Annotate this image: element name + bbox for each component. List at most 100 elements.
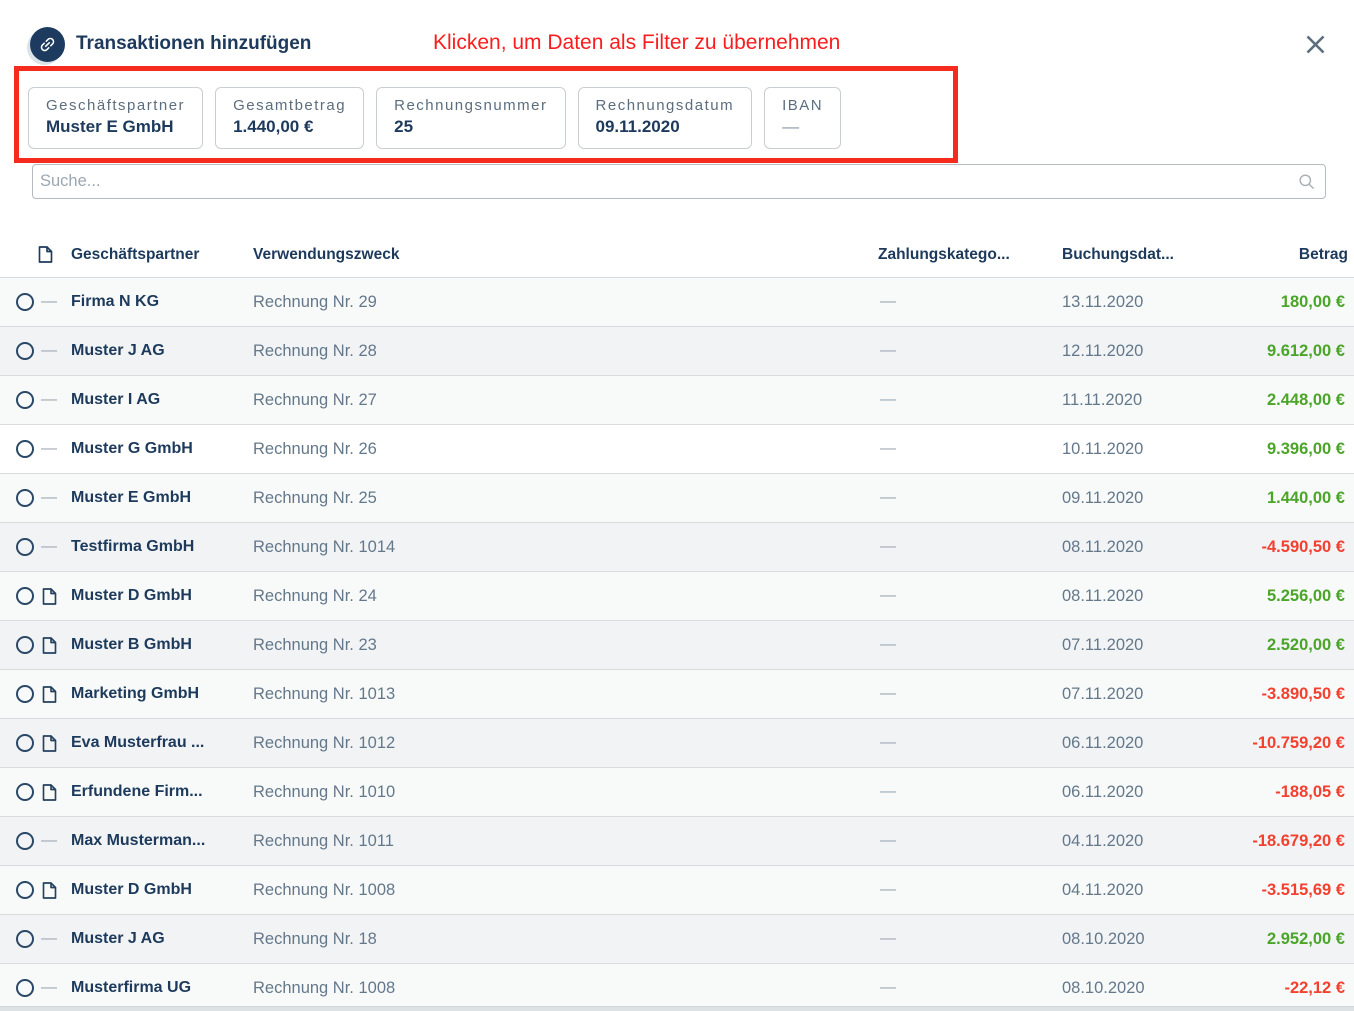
table-row[interactable]: Marketing GmbH Rechnung Nr. 1013 — 07.11… [0,669,1354,718]
column-header-purpose[interactable]: Verwendungszweck [253,246,870,264]
row-amount: 1.440,00 € [1200,489,1354,508]
document-icon [42,636,57,655]
search-input[interactable] [32,164,1326,199]
row-radio-button[interactable] [16,440,34,458]
row-partner: Muster D GmbH [64,587,253,605]
attachment-dash: — [41,342,57,360]
row-purpose: Rechnung Nr. 23 [253,636,870,655]
horizontal-scrollbar[interactable] [0,1006,1354,1011]
filter-chip[interactable]: Rechnungsdatum 09.11.2020 [578,87,753,149]
column-header-partner[interactable]: Geschäftspartner [64,246,253,264]
filter-highlight-box: Geschäftspartner Muster E GmbH Gesamtbet… [14,66,958,163]
row-amount: -4.590,50 € [1200,538,1354,557]
column-header-date[interactable]: Buchungsdat... [1054,246,1200,264]
attachment-dash: — [41,293,57,311]
row-radio-button[interactable] [16,293,34,311]
row-radio-button[interactable] [16,979,34,997]
row-category: — [870,538,1054,556]
row-date: 09.11.2020 [1054,489,1200,508]
row-amount: -3.890,50 € [1200,685,1354,704]
row-radio-button[interactable] [16,489,34,507]
document-icon [42,783,57,802]
table-row[interactable]: Muster B GmbH Rechnung Nr. 23 — 07.11.20… [0,620,1354,669]
table-row[interactable]: — Firma N KG Rechnung Nr. 29 — 13.11.202… [0,277,1354,326]
table-row[interactable]: Eva Musterfrau ... Rechnung Nr. 1012 — 0… [0,718,1354,767]
close-icon[interactable] [1303,32,1327,56]
filter-chip-value: — [782,117,823,137]
row-partner: Erfundene Firm... [64,783,253,801]
filter-chip-label: Geschäftspartner [46,97,185,114]
filter-chip-value: Muster E GmbH [46,117,185,137]
attachment-dash: — [41,538,57,556]
row-partner: Muster J AG [64,342,253,360]
filter-chip[interactable]: Gesamtbetrag 1.440,00 € [215,87,364,149]
row-purpose: Rechnung Nr. 18 [253,930,870,949]
row-amount: 180,00 € [1200,293,1354,312]
row-amount: 9.396,00 € [1200,440,1354,459]
table-row[interactable]: — Muster I AG Rechnung Nr. 27 — 11.11.20… [0,375,1354,424]
row-purpose: Rechnung Nr. 1010 [253,783,870,802]
row-radio-button[interactable] [16,636,34,654]
table-row[interactable]: — Muster J AG Rechnung Nr. 18 — 08.10.20… [0,914,1354,963]
row-amount: 2.448,00 € [1200,391,1354,410]
column-header-category[interactable]: Zahlungskatego... [870,246,1054,264]
row-date: 04.11.2020 [1054,832,1200,851]
row-purpose: Rechnung Nr. 24 [253,587,870,606]
table-row[interactable]: — Testfirma GmbH Rechnung Nr. 1014 — 08.… [0,522,1354,571]
filter-chip-label: Gesamtbetrag [233,97,346,114]
row-amount: -188,05 € [1200,783,1354,802]
row-date: 13.11.2020 [1054,293,1200,312]
row-category: — [870,587,1054,605]
row-radio-button[interactable] [16,538,34,556]
document-icon [42,685,57,704]
row-date: 04.11.2020 [1054,881,1200,900]
row-partner: Muster I AG [64,391,253,409]
row-amount: 9.612,00 € [1200,342,1354,361]
row-category: — [870,881,1054,899]
table-row[interactable]: — Muster E GmbH Rechnung Nr. 25 — 09.11.… [0,473,1354,522]
row-partner: Muster D GmbH [64,881,253,899]
row-radio-button[interactable] [16,881,34,899]
column-header-amount[interactable]: Betrag [1200,246,1354,264]
row-radio-button[interactable] [16,587,34,605]
row-purpose: Rechnung Nr. 25 [253,489,870,508]
row-amount: 2.520,00 € [1200,636,1354,655]
row-category: — [870,489,1054,507]
table-row[interactable]: — Musterfirma UG Rechnung Nr. 1008 — 08.… [0,963,1354,1011]
row-radio-button[interactable] [16,832,34,850]
row-amount: -3.515,69 € [1200,881,1354,900]
row-radio-button[interactable] [16,930,34,948]
row-category: — [870,685,1054,703]
row-date: 07.11.2020 [1054,685,1200,704]
filter-chip[interactable]: IBAN — [764,87,841,149]
row-radio-button[interactable] [16,342,34,360]
document-icon [42,881,57,900]
table-row[interactable]: — Max Musterman... Rechnung Nr. 1011 — 0… [0,816,1354,865]
row-category: — [870,783,1054,801]
row-purpose: Rechnung Nr. 27 [253,391,870,410]
row-category: — [870,832,1054,850]
filter-chip[interactable]: Rechnungsnummer 25 [376,87,565,149]
attachment-dash: — [41,391,57,409]
row-partner: Eva Musterfrau ... [64,734,253,752]
row-date: 12.11.2020 [1054,342,1200,361]
row-radio-button[interactable] [16,783,34,801]
row-radio-button[interactable] [16,685,34,703]
table-row[interactable]: Erfundene Firm... Rechnung Nr. 1010 — 06… [0,767,1354,816]
table-row[interactable]: Muster D GmbH Rechnung Nr. 24 — 08.11.20… [0,571,1354,620]
row-partner: Muster E GmbH [64,489,253,507]
attachment-dash: — [41,832,57,850]
filter-chip[interactable]: Geschäftspartner Muster E GmbH [28,87,203,149]
row-radio-button[interactable] [16,391,34,409]
table-header-row: Geschäftspartner Verwendungszweck Zahlun… [0,232,1354,277]
filter-chip-label: IBAN [782,97,823,114]
row-amount: 2.952,00 € [1200,930,1354,949]
table-row[interactable]: — Muster G GmbH Rechnung Nr. 26 — 10.11.… [0,424,1354,473]
table-row[interactable]: — Muster J AG Rechnung Nr. 28 — 12.11.20… [0,326,1354,375]
row-category: — [870,440,1054,458]
table-row[interactable]: Muster D GmbH Rechnung Nr. 1008 — 04.11.… [0,865,1354,914]
filter-chip-label: Rechnungsdatum [596,97,735,114]
link-icon [30,27,65,62]
row-radio-button[interactable] [16,734,34,752]
row-date: 07.11.2020 [1054,636,1200,655]
